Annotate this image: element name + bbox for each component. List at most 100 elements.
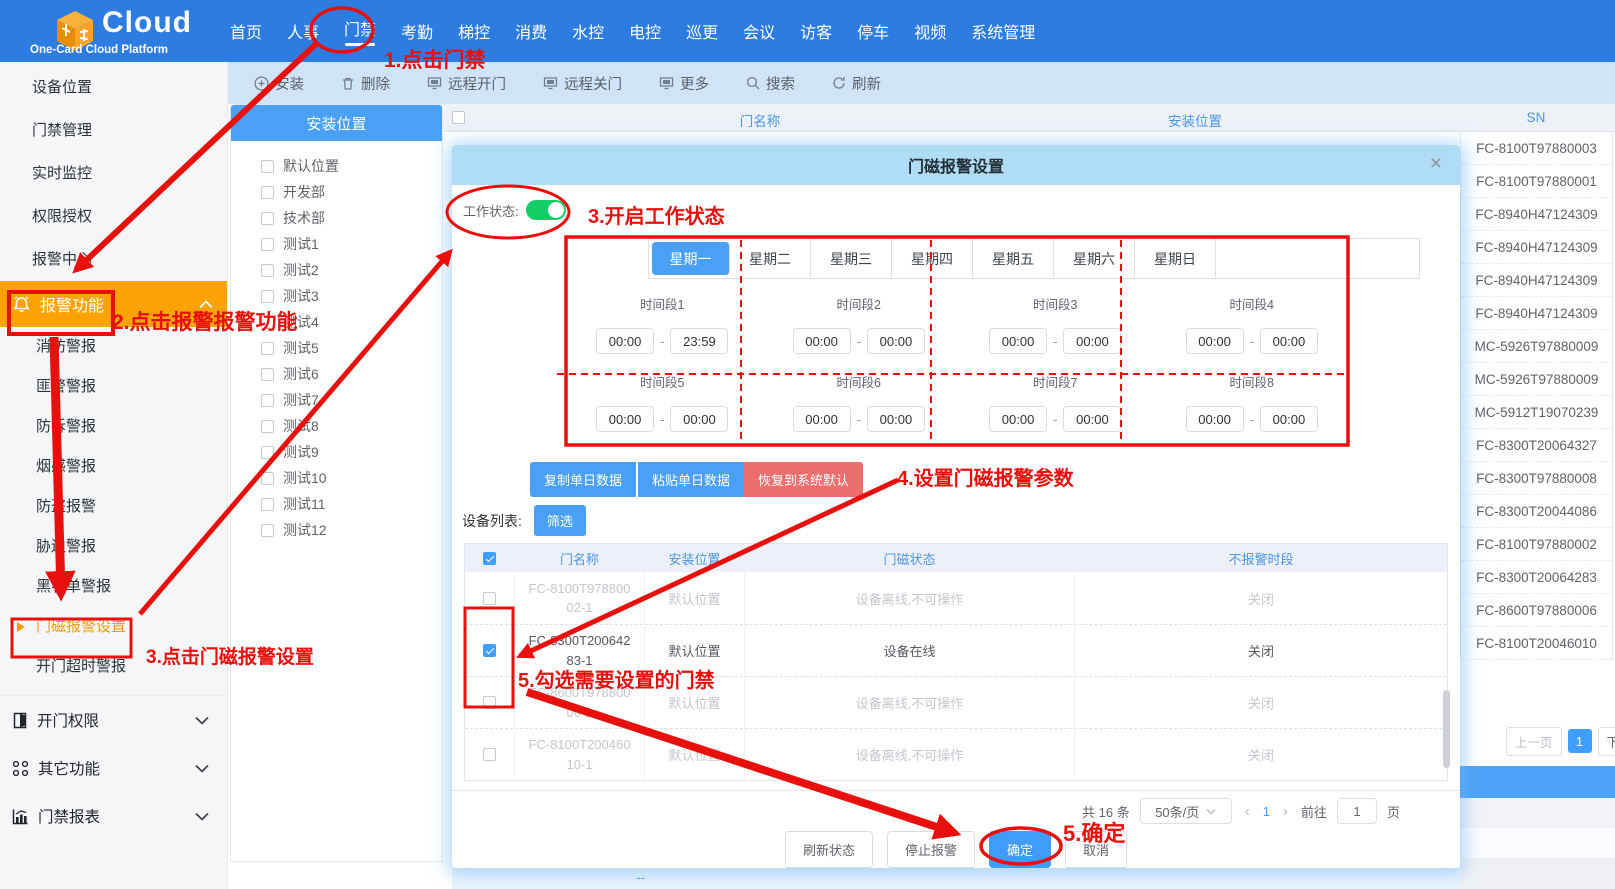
install-button[interactable]: 安装: [254, 73, 304, 94]
start-time-input[interactable]: 00:00: [1186, 406, 1244, 432]
sidebar-subitem[interactable]: 黑名单警报: [0, 567, 227, 607]
location-item[interactable]: 测试8: [231, 413, 442, 439]
select-all-devices-checkbox[interactable]: [483, 552, 496, 565]
location-item[interactable]: 测试2: [231, 257, 442, 283]
location-item[interactable]: 测试5: [231, 335, 442, 361]
location-checkbox[interactable]: [261, 212, 274, 225]
end-time-input[interactable]: 00:00: [867, 406, 925, 432]
sidebar-subitem[interactable]: 烟感警报: [0, 447, 227, 487]
restore-default-button[interactable]: 恢复到系统默认: [744, 462, 863, 497]
nav-item[interactable]: 电控: [625, 15, 665, 47]
sidebar-subitem[interactable]: 胁迫警报: [0, 527, 227, 567]
work-status-toggle[interactable]: [526, 200, 566, 220]
scrollbar-thumb[interactable]: [1443, 690, 1450, 768]
location-checkbox[interactable]: [261, 186, 274, 199]
goto-page-input[interactable]: [1337, 798, 1377, 824]
next-page-button[interactable]: 下一页: [1598, 727, 1615, 756]
device-checkbox[interactable]: [483, 592, 496, 605]
start-time-input[interactable]: 00:00: [989, 328, 1047, 354]
location-checkbox[interactable]: [261, 342, 274, 355]
prev-page-button[interactable]: 上一页: [1506, 727, 1562, 756]
sidebar-group-open-permission[interactable]: 开门权限: [0, 696, 227, 744]
filter-button[interactable]: 筛选: [534, 505, 586, 536]
weekday-tab[interactable]: 星期一: [652, 242, 730, 275]
more-button[interactable]: 更多: [659, 73, 709, 94]
sidebar-item[interactable]: 权限授权: [0, 195, 227, 238]
location-item[interactable]: 默认位置: [231, 153, 442, 179]
weekday-tab[interactable]: 星期六: [1054, 239, 1135, 278]
select-all-checkbox[interactable]: [452, 111, 465, 124]
next-page-arrow[interactable]: ›: [1280, 803, 1291, 820]
end-time-input[interactable]: 00:00: [1063, 328, 1121, 354]
location-item[interactable]: 测试1: [231, 231, 442, 257]
weekday-tab[interactable]: 星期四: [892, 239, 973, 278]
stop-alarm-button[interactable]: 停止报警: [887, 831, 975, 868]
remote-close-button[interactable]: 远程关门: [543, 73, 622, 94]
close-icon[interactable]: ×: [1430, 152, 1442, 176]
current-page[interactable]: 1: [1263, 804, 1270, 819]
location-item[interactable]: 测试7: [231, 387, 442, 413]
nav-item[interactable]: 停车: [853, 15, 893, 47]
location-checkbox[interactable]: [261, 446, 274, 459]
paste-day-button[interactable]: 粘贴单日数据: [638, 462, 744, 497]
start-time-input[interactable]: 00:00: [596, 406, 654, 432]
end-time-input[interactable]: 23:59: [670, 328, 728, 354]
nav-item[interactable]: 消费: [511, 15, 551, 47]
sidebar-subitem[interactable]: 防盗报警: [0, 487, 227, 527]
nav-item[interactable]: 考勤: [397, 15, 437, 47]
nav-item[interactable]: 会议: [739, 15, 779, 47]
weekday-tab[interactable]: 星期五: [973, 239, 1054, 278]
start-time-input[interactable]: 00:00: [793, 328, 851, 354]
sidebar-item[interactable]: 设备位置: [0, 66, 227, 109]
prev-page-arrow[interactable]: ‹: [1242, 803, 1253, 820]
sidebar-subitem[interactable]: 匪警警报: [0, 367, 227, 407]
start-time-input[interactable]: 00:00: [1186, 328, 1244, 354]
location-checkbox[interactable]: [261, 472, 274, 485]
sidebar-item[interactable]: 门禁管理: [0, 109, 227, 152]
location-item[interactable]: 测试4: [231, 309, 442, 335]
start-time-input[interactable]: 00:00: [989, 406, 1047, 432]
location-item[interactable]: 测试10: [231, 465, 442, 491]
nav-item[interactable]: 视频: [910, 15, 950, 47]
location-checkbox[interactable]: [261, 498, 274, 511]
location-checkbox[interactable]: [261, 420, 274, 433]
refresh-status-button[interactable]: 刷新状态: [785, 831, 873, 868]
refresh-button[interactable]: 刷新: [832, 73, 881, 94]
sidebar-subitem[interactable]: 门磁报警设置: [0, 607, 227, 647]
location-item[interactable]: 测试9: [231, 439, 442, 465]
nav-item[interactable]: 巡更: [682, 15, 722, 47]
sidebar-subitem[interactable]: 开门超时警报: [0, 647, 227, 687]
end-time-input[interactable]: 00:00: [1260, 406, 1318, 432]
location-item[interactable]: 开发部: [231, 179, 442, 205]
device-checkbox[interactable]: [483, 748, 496, 761]
end-time-input[interactable]: 00:00: [867, 328, 925, 354]
copy-day-button[interactable]: 复制单日数据: [530, 462, 636, 497]
remote-open-button[interactable]: 远程开门: [427, 73, 506, 94]
location-checkbox[interactable]: [261, 264, 274, 277]
device-checkbox[interactable]: [483, 696, 496, 709]
end-time-input[interactable]: 00:00: [1260, 328, 1318, 354]
sidebar-subitem[interactable]: 防拆警报: [0, 407, 227, 447]
location-item[interactable]: 技术部: [231, 205, 442, 231]
sidebar-group-alarm-functions[interactable]: 报警功能: [0, 281, 227, 327]
location-item[interactable]: 测试3: [231, 283, 442, 309]
location-checkbox[interactable]: [261, 394, 274, 407]
weekday-tab[interactable]: 星期三: [811, 239, 892, 278]
nav-item[interactable]: 首页: [226, 15, 266, 47]
sidebar-item[interactable]: 报警中心: [0, 238, 227, 281]
sidebar-item[interactable]: 实时监控: [0, 152, 227, 195]
page-size-select[interactable]: 50条/页: [1140, 798, 1232, 824]
location-item[interactable]: 测试12: [231, 517, 442, 543]
sidebar-group-access-reports[interactable]: 门禁报表: [0, 792, 227, 840]
cancel-button[interactable]: 取消: [1065, 831, 1127, 868]
location-item[interactable]: 测试6: [231, 361, 442, 387]
nav-item[interactable]: 门禁: [340, 12, 380, 50]
start-time-input[interactable]: 00:00: [596, 328, 654, 354]
device-checkbox[interactable]: [483, 644, 496, 657]
sidebar-subitem[interactable]: 消防警报: [0, 327, 227, 367]
nav-item[interactable]: 水控: [568, 15, 608, 47]
start-time-input[interactable]: 00:00: [793, 406, 851, 432]
location-checkbox[interactable]: [261, 290, 274, 303]
location-item[interactable]: 测试11: [231, 491, 442, 517]
weekday-tab[interactable]: 星期二: [730, 239, 811, 278]
